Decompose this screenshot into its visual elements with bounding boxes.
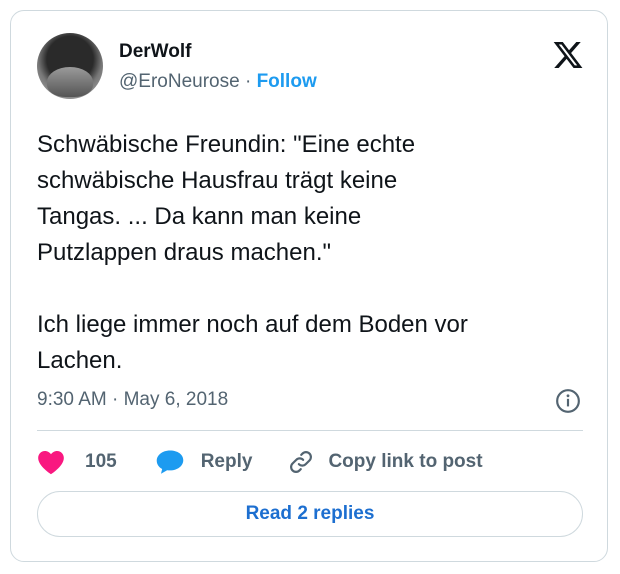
- author-handle-row: @EroNeurose · Follow: [119, 71, 317, 93]
- like-count: 105: [85, 451, 117, 472]
- tweet-text: Schwäbische Freundin: "Eine echte schwäb…: [37, 131, 468, 374]
- x-logo-icon[interactable]: [551, 39, 585, 71]
- reply-label: Reply: [200, 451, 253, 472]
- reply-button[interactable]: Reply: [155, 449, 253, 475]
- embedded-tweet-card: DerWolf @EroNeurose · Follow Schwäbische…: [10, 10, 608, 562]
- copy-link-label: Copy link to post: [328, 451, 483, 472]
- author-name[interactable]: DerWolf: [119, 41, 191, 63]
- follow-link[interactable]: Follow: [257, 71, 317, 92]
- author-handle[interactable]: @EroNeurose: [119, 71, 240, 92]
- avatar-photo: [47, 67, 93, 97]
- divider: [37, 430, 583, 431]
- read-replies-button[interactable]: Read 2 replies: [37, 491, 583, 537]
- info-icon[interactable]: [555, 388, 581, 414]
- handle-separator: ·: [244, 71, 252, 92]
- tweet-timestamp[interactable]: 9:30 AM · May 6, 2018: [37, 389, 228, 411]
- speech-bubble-icon: [156, 450, 183, 474]
- action-bar: 105 Reply Copy link to post: [37, 447, 483, 477]
- link-icon: [290, 451, 313, 473]
- copy-link-button[interactable]: Copy link to post: [288, 449, 483, 475]
- heart-icon: [38, 451, 64, 475]
- avatar[interactable]: [37, 33, 103, 99]
- like-button[interactable]: 105: [37, 449, 117, 475]
